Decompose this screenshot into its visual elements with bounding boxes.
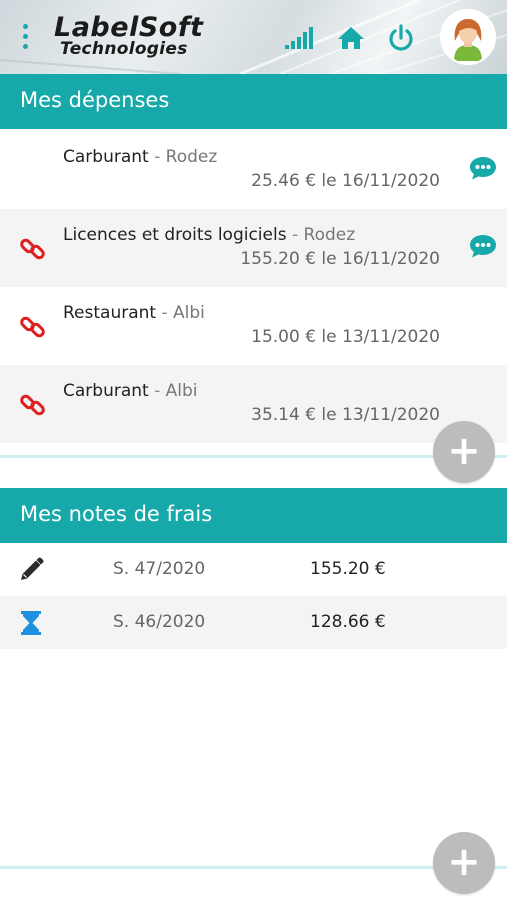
home-icon[interactable] [336, 24, 366, 52]
comment-icon[interactable] [469, 233, 497, 259]
add-expense-label: + [447, 428, 481, 475]
link-icon[interactable] [19, 235, 47, 263]
expenses-section-header: Mes dépenses [0, 74, 507, 129]
expense-category: Carburant [63, 381, 149, 401]
menu-dots-icon[interactable] [18, 22, 32, 52]
expense-title: Restaurant - Albi [63, 303, 205, 323]
power-icon[interactable] [386, 24, 416, 52]
expense-amount-date: 155.20 € le 16/11/2020 [240, 249, 440, 269]
link-icon[interactable] [19, 313, 47, 341]
expense-date: 16/11/2020 [342, 171, 440, 191]
expense-date-prefix: le [321, 171, 337, 191]
comment-icon[interactable] [469, 155, 497, 181]
notes-section-header: Mes notes de frais [0, 488, 507, 543]
expense-amount: 15.00 € [251, 327, 317, 347]
expense-amount-date: 25.46 € le 16/11/2020 [251, 171, 440, 191]
expense-amount: 155.20 € [240, 249, 317, 269]
expense-category: Restaurant [63, 303, 157, 323]
expense-row[interactable]: Restaurant - Albi 15.00 € le 13/11/2020 [0, 287, 507, 365]
expense-date-prefix: le [321, 249, 337, 269]
expense-category: Carburant [63, 147, 149, 167]
link-icon[interactable] [19, 391, 47, 419]
report-total: 128.66 € [310, 612, 386, 632]
expense-amount-date: 35.14 € le 13/11/2020 [251, 405, 440, 425]
expense-city: Rodez [303, 225, 356, 245]
section-divider [0, 866, 507, 869]
expense-city: Rodez [165, 147, 218, 167]
expense-report-row[interactable]: S. 47/2020 155.20 € [0, 543, 507, 596]
hourglass-icon [21, 611, 41, 635]
expense-date-prefix: le [321, 405, 337, 425]
add-expense-button[interactable]: + [433, 421, 495, 483]
report-total: 155.20 € [310, 559, 386, 579]
app-header: LabelSoft Technologies [0, 0, 507, 74]
expense-report-row[interactable]: S. 46/2020 128.66 € [0, 596, 507, 649]
company-logo: LabelSoft Technologies [54, 12, 234, 62]
report-week: S. 46/2020 [113, 612, 206, 632]
section-divider [0, 455, 507, 458]
expense-title: Licences et droits logiciels - Rodez [63, 225, 356, 245]
logo-line-2: Technologies [60, 39, 188, 59]
expense-category: Licences et droits logiciels [63, 225, 287, 245]
expense-row[interactable]: Licences et droits logiciels - Rodez 155… [0, 209, 507, 287]
expense-amount: 35.14 € [251, 405, 317, 425]
expenses-section-title: Mes dépenses [20, 88, 170, 112]
expense-row[interactable]: Carburant - Rodez 25.46 € le 16/11/2020 [0, 131, 507, 209]
pencil-icon [21, 557, 44, 580]
expense-city: Albi [173, 303, 205, 323]
expense-date-prefix: le [321, 327, 337, 347]
expense-title: Carburant - Rodez [63, 147, 218, 167]
expense-date: 16/11/2020 [342, 249, 440, 269]
add-report-label: + [447, 839, 481, 886]
notes-section-title: Mes notes de frais [20, 502, 213, 526]
add-report-button[interactable]: + [433, 832, 495, 894]
report-week: S. 47/2020 [113, 559, 206, 579]
avatar-icon [442, 11, 494, 63]
expense-date: 13/11/2020 [342, 405, 440, 425]
user-avatar[interactable] [440, 9, 496, 65]
signal-icon[interactable] [284, 24, 314, 52]
expense-amount-date: 15.00 € le 13/11/2020 [251, 327, 440, 347]
expense-amount: 25.46 € [251, 171, 317, 191]
expense-title: Carburant - Albi [63, 381, 198, 401]
expense-row[interactable]: Carburant - Albi 35.14 € le 13/11/2020 [0, 365, 507, 443]
expense-city: Albi [165, 381, 198, 401]
expense-date: 13/11/2020 [342, 327, 440, 347]
